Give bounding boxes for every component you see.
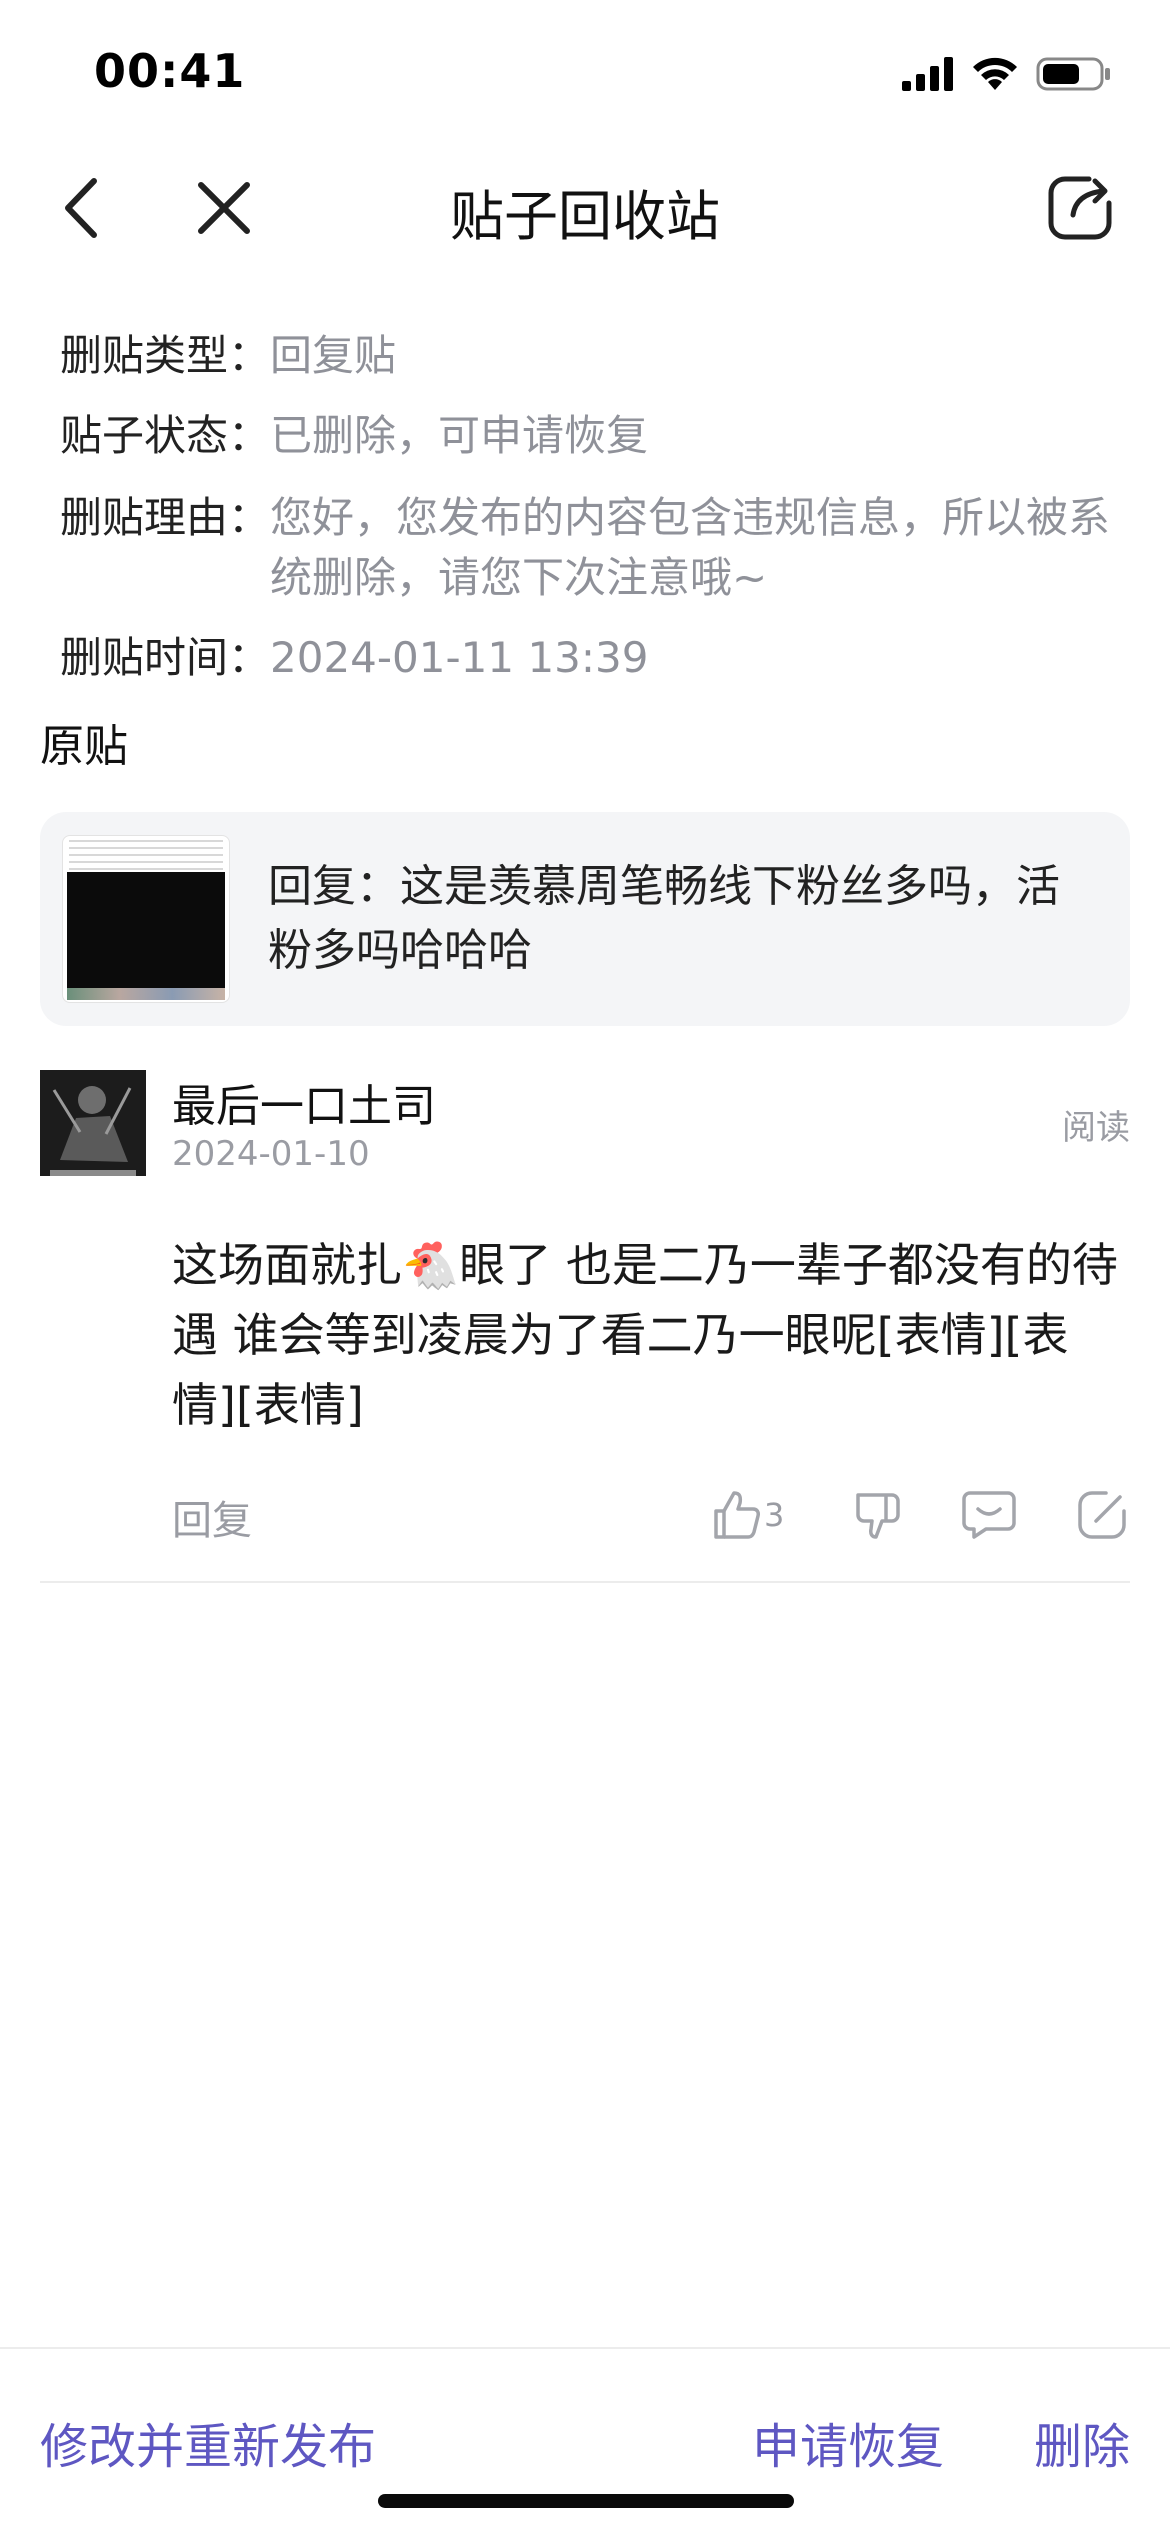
share-button[interactable] xyxy=(1040,168,1120,248)
share-icon xyxy=(1048,176,1112,240)
original-post-heading: 原贴 xyxy=(40,721,128,772)
thumbs-down-icon xyxy=(856,1493,900,1539)
read-tag[interactable]: 阅读 xyxy=(1062,1100,1130,1149)
edit-icon xyxy=(1078,1491,1126,1539)
signal-icon xyxy=(902,57,953,91)
home-indicator xyxy=(378,2494,794,2508)
delete-type-label: 删贴类型： xyxy=(60,331,271,380)
author-name[interactable]: 最后一口土司 xyxy=(172,1070,436,1134)
divider xyxy=(40,1581,1130,1583)
post-status-label: 贴子状态： xyxy=(60,411,271,460)
delete-reason-value: 您好，您发布的内容包含违规信息，所以被系统删除，请您下次注意哦~ xyxy=(270,493,1111,602)
edit-button[interactable] xyxy=(1076,1480,1128,1550)
post-status-value: 已删除，可申请恢复 xyxy=(270,411,649,460)
delete-time-value: 2024-01-11 13:39 xyxy=(270,633,649,682)
like-button[interactable]: 3 xyxy=(710,1480,784,1550)
reply-content: 这场面就扎🐔眼了 也是二乃一辈子都没有的待遇 谁会等到凌晨为了看二乃一眼呢[表情… xyxy=(172,1238,1118,1432)
avatar[interactable] xyxy=(40,1070,146,1176)
delete-reason-row: 删贴理由： 您好，您发布的内容包含违规信息，所以被系统删除，请您下次注意哦~ xyxy=(60,488,1140,608)
status-time: 00:41 xyxy=(94,44,246,98)
thumbs-up-icon xyxy=(714,1491,760,1539)
post-status-row: 贴子状态： 已删除，可申请恢复 xyxy=(60,406,1140,466)
like-count: 3 xyxy=(764,1496,785,1534)
battery-icon xyxy=(1036,57,1110,91)
delete-time-label: 删贴时间： xyxy=(60,633,271,682)
original-post-text: 回复：这是羡慕周笔畅线下粉丝多吗，活粉多吗哈哈哈 xyxy=(268,861,1060,976)
delete-button[interactable]: 删除 xyxy=(1034,2407,1130,2477)
reply-actions: 回复 3 xyxy=(172,1480,1130,1550)
wifi-icon xyxy=(973,57,1017,90)
apply-restore-button[interactable]: 申请恢复 xyxy=(752,2407,944,2477)
delete-type-value: 回复贴 xyxy=(270,331,397,380)
comment-icon xyxy=(962,1491,1016,1539)
original-post-card[interactable]: 回复：这是羡慕周笔畅线下粉丝多吗，活粉多吗哈哈哈 xyxy=(40,812,1130,1026)
delete-time-row: 删贴时间： 2024-01-11 13:39 xyxy=(60,628,1140,688)
delete-type-row: 删贴类型： 回复贴 xyxy=(60,326,1140,386)
delete-reason-label: 删贴理由： xyxy=(60,493,271,542)
original-post-thumbnail xyxy=(62,835,230,1003)
comment-button[interactable] xyxy=(962,1480,1016,1550)
post-date: 2024-01-10 xyxy=(172,1134,370,1174)
edit-republish-button[interactable]: 修改并重新发布 xyxy=(40,2407,376,2477)
status-icons xyxy=(902,54,1112,94)
page-title: 贴子回收站 xyxy=(450,185,720,248)
dislike-button[interactable] xyxy=(852,1480,904,1550)
reply-button[interactable]: 回复 xyxy=(172,1488,252,1546)
